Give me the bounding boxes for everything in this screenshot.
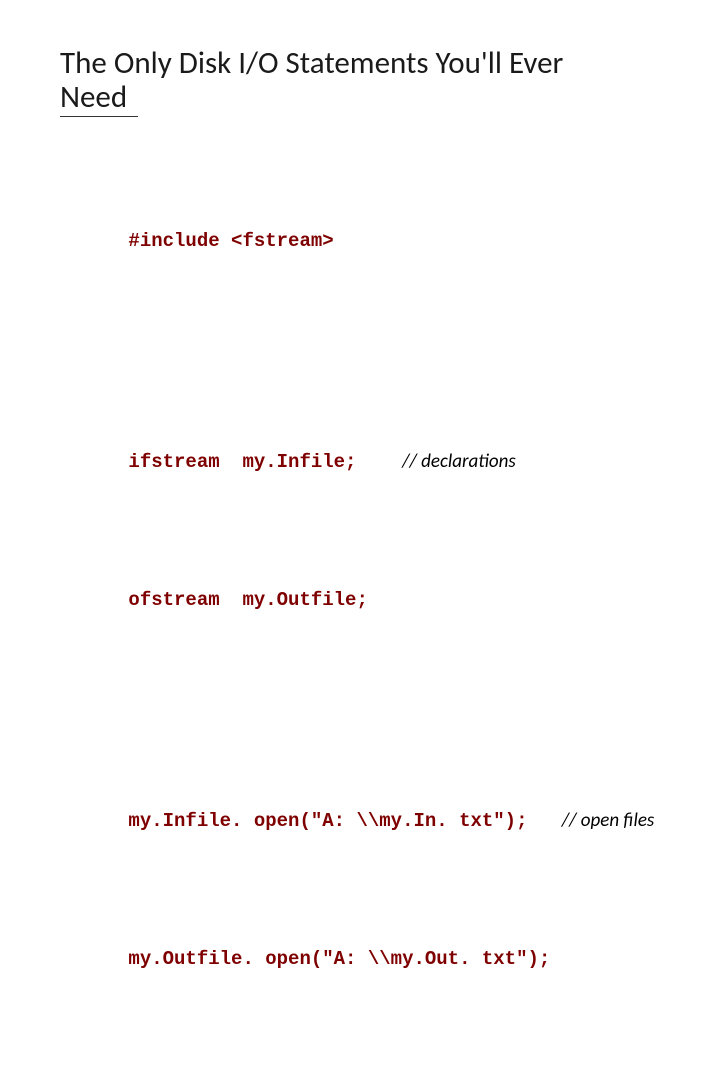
code-block: #include <fstream> ifstream my.Infile; /… (60, 145, 660, 1080)
open-outfile: my.Outfile. open("A: \\my.Out. txt"); (128, 948, 550, 970)
slide: The Only Disk I/O Statements You'll Ever… (0, 0, 720, 1080)
title-underline (60, 116, 138, 117)
include-line: #include <fstream> (128, 230, 333, 252)
slide-title: The Only Disk I/O Statements You'll Ever… (60, 46, 660, 114)
title-line-1: The Only Disk I/O Statements You'll Ever (60, 44, 563, 82)
open-infile: my.Infile. open("A: \\my.In. txt"); (128, 810, 527, 832)
decl-ofstream: ofstream my.Outfile; (128, 589, 367, 611)
decl-comment: // declarations (402, 450, 516, 473)
decl-ifstream: ifstream my.Infile; (128, 451, 356, 473)
open-comment: // open files (562, 809, 655, 832)
title-line-2: Need (60, 78, 127, 116)
